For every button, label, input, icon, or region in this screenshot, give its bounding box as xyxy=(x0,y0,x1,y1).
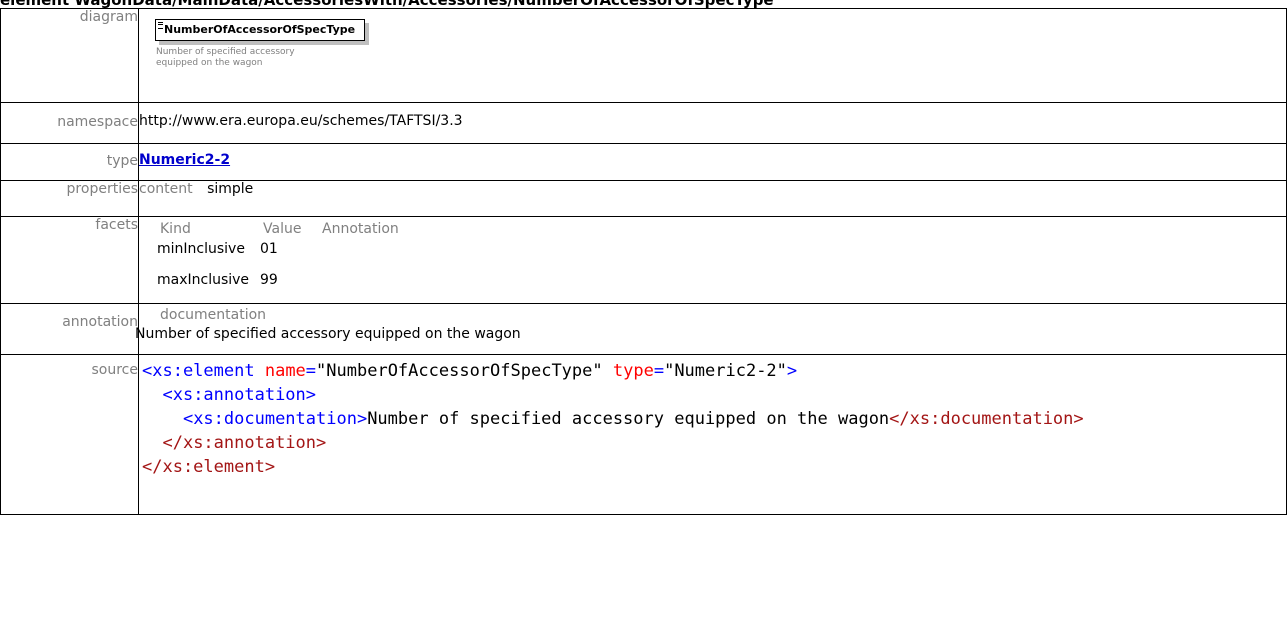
facet-value: 01 xyxy=(260,241,278,257)
xml-attr-type: type xyxy=(612,361,654,381)
diagram-element-doc: Number of specified accessory equipped o… xyxy=(156,47,295,68)
annotation-subhead: documentation xyxy=(160,307,267,323)
xml-element-close: </xs:element> xyxy=(142,457,276,477)
facets-header-value: Value xyxy=(263,221,302,237)
diagram-element-name: NumberOfAccessorOfSpecType xyxy=(164,23,356,36)
facets-row: facets Kind Value Annotation minInclusiv… xyxy=(0,216,1287,304)
facets-header-annotation: Annotation xyxy=(322,221,399,237)
diagram-cell: NumberOfAccessorOfSpecType Number of spe… xyxy=(138,8,1287,103)
xml-documentation-close: </xs:documentation> xyxy=(889,409,1084,429)
properties-value: simple xyxy=(207,181,254,197)
xml-documentation-open: <xs:documentation> xyxy=(182,409,368,429)
properties-label: properties xyxy=(0,180,139,217)
properties-row: properties content simple xyxy=(0,180,1287,217)
facet-kind: maxInclusive xyxy=(157,272,250,288)
properties-cell: content simple xyxy=(138,180,1287,217)
xml-attr-value: "NumberOfAccessorOfSpecType" xyxy=(316,361,603,381)
properties-key: content xyxy=(139,181,193,197)
type-cell: Numeric2-2 xyxy=(138,143,1287,181)
annotation-row: annotation documentation Number of speci… xyxy=(0,303,1287,355)
source-label: source xyxy=(0,354,139,515)
namespace-value: http://www.era.europa.eu/schemes/TAFTSI/… xyxy=(138,102,1287,144)
xml-annotation-open: <xs:annotation> xyxy=(162,385,317,405)
type-row: type Numeric2-2 xyxy=(0,143,1287,181)
facet-annotation xyxy=(322,261,1286,299)
xml-gt: > xyxy=(786,361,798,381)
source-cell: <xs:element name="NumberOfAccessorOfSpec… xyxy=(138,354,1287,515)
namespace-label: namespace xyxy=(0,102,139,144)
xml-annotation-close: </xs:annotation> xyxy=(162,433,327,453)
type-label: type xyxy=(0,143,139,181)
element-diagram-box[interactable]: NumberOfAccessorOfSpecType xyxy=(155,19,366,41)
facets-cell: Kind Value Annotation minInclusive 01 ma… xyxy=(138,216,1287,304)
element-lines-icon xyxy=(158,22,163,29)
diagram-label: diagram xyxy=(0,8,139,103)
xml-element-open: <xs:element xyxy=(142,361,255,381)
facets-header-kind: Kind xyxy=(160,221,191,237)
facets-table: Kind Value Annotation minInclusive 01 ma… xyxy=(157,221,1286,299)
source-row: source <xs:element name="NumberOfAccesso… xyxy=(0,354,1287,515)
xml-attr-name: name xyxy=(264,361,306,381)
xml-documentation-text: Number of specified accessory equipped o… xyxy=(367,409,890,429)
xml-source-code: <xs:element name="NumberOfAccessorOfSpec… xyxy=(142,361,1084,477)
annotation-cell: documentation Number of specified access… xyxy=(135,303,1287,355)
annotation-text: Number of specified accessory equipped o… xyxy=(135,326,521,342)
namespace-row: namespace http://www.era.europa.eu/schem… xyxy=(0,102,1287,144)
element-doc-table: diagram NumberOfAccessorOfSpecType Numbe… xyxy=(0,8,1287,515)
type-link[interactable]: Numeric2-2 xyxy=(139,152,230,168)
facet-kind: minInclusive xyxy=(157,241,245,257)
facet-annotation xyxy=(322,237,1286,261)
xml-attr-value: "Numeric2-2" xyxy=(664,361,787,381)
diagram-row: diagram NumberOfAccessorOfSpecType Numbe… xyxy=(0,8,1287,103)
facet-value: 99 xyxy=(260,272,278,288)
facets-label: facets xyxy=(0,216,139,304)
annotation-label: annotation xyxy=(0,303,139,355)
